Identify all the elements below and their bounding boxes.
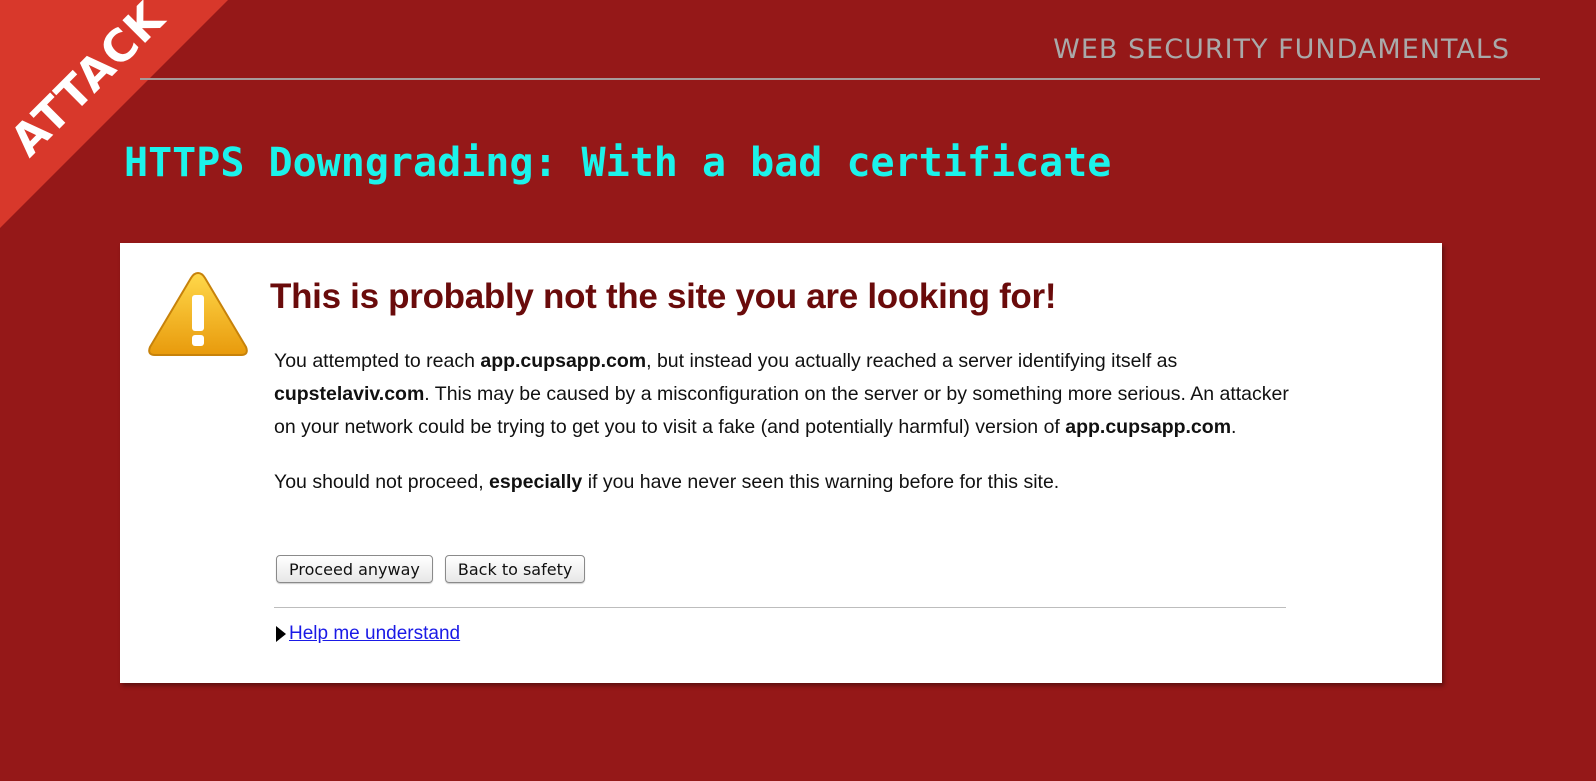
certificate-warning-screenshot: This is probably not the site you are lo… bbox=[120, 243, 1442, 683]
help-me-understand-link[interactable]: Help me understand bbox=[289, 623, 460, 645]
deck-title: WEB SECURITY FUNDAMENTALS bbox=[1053, 34, 1510, 65]
header-divider bbox=[140, 78, 1540, 80]
help-disclosure[interactable]: Help me understand bbox=[276, 623, 460, 645]
proceed-anyway-button[interactable]: Proceed anyway bbox=[276, 555, 433, 583]
back-to-safety-button[interactable]: Back to safety bbox=[444, 555, 586, 583]
requested-domain: app.cupsapp.com bbox=[480, 350, 647, 372]
warning-explanation: You attempted to reach app.cupsapp.com, … bbox=[274, 350, 1289, 438]
slide-title: HTTPS Downgrading: With a bad certificat… bbox=[124, 140, 1112, 186]
warning-body: You attempted to reach app.cupsapp.com, … bbox=[274, 345, 1294, 499]
panel-divider bbox=[274, 607, 1286, 608]
warning-advice: You should not proceed, especially if yo… bbox=[274, 471, 1060, 493]
disclosure-triangle-icon[interactable] bbox=[276, 626, 286, 642]
attack-corner-banner: ATTACK bbox=[0, 0, 230, 230]
warning-heading: This is probably not the site you are lo… bbox=[270, 277, 1057, 316]
action-buttons: Proceed anyway Back to safety bbox=[276, 555, 586, 583]
warning-triangle-icon bbox=[148, 271, 248, 356]
emphasis-word: especially bbox=[489, 471, 583, 493]
requested-domain-repeat: app.cupsapp.com bbox=[1065, 416, 1232, 438]
actual-domain: cupstelaviv.com bbox=[274, 383, 425, 405]
